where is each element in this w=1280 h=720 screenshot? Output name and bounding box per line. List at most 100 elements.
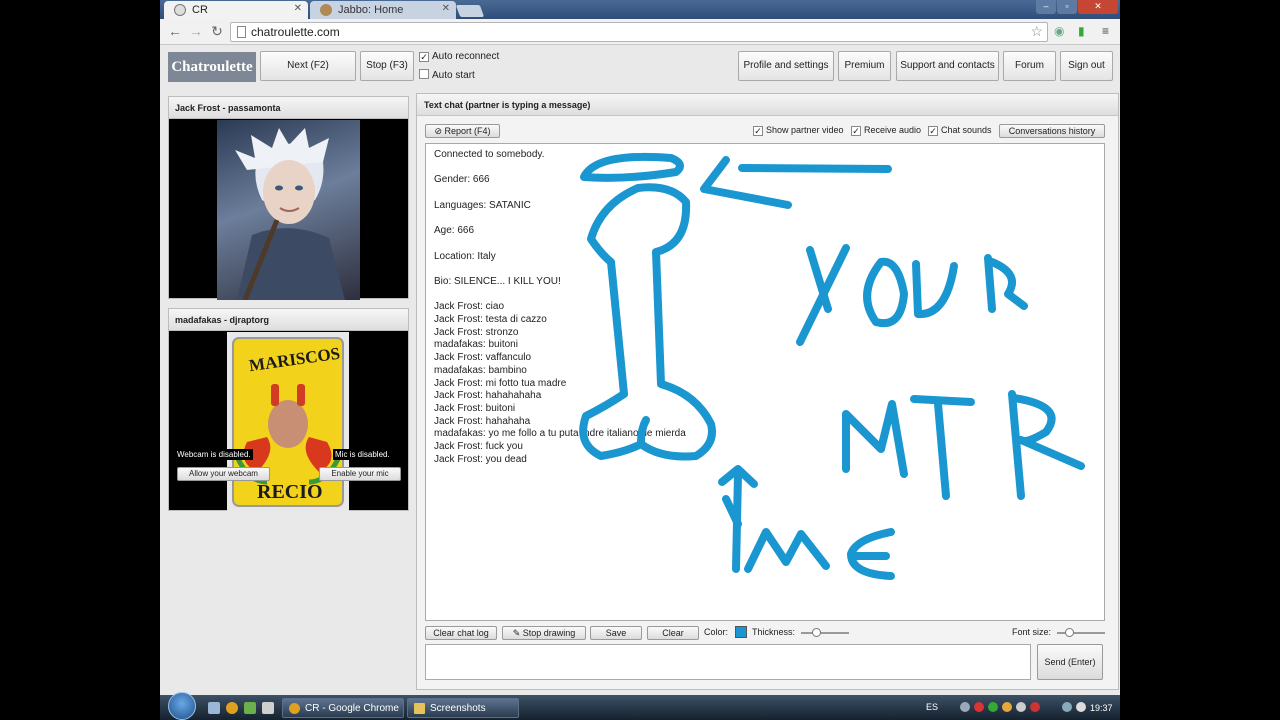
next-button[interactable]: Next (F2) xyxy=(260,51,356,81)
text-chat-panel: Text chat (partner is typing a message) … xyxy=(416,93,1119,690)
color-swatch[interactable] xyxy=(735,626,747,638)
report-label: Report (F4) xyxy=(444,126,491,136)
reload-icon[interactable]: ↻ xyxy=(208,23,226,40)
clear-drawing-button[interactable]: Clear xyxy=(647,626,699,640)
stop-drawing-button[interactable]: ✎ Stop drawing xyxy=(502,626,586,640)
thickness-slider-knob[interactable] xyxy=(812,628,821,637)
minimize-button[interactable]: – xyxy=(1036,0,1056,14)
jabbo-favicon-icon xyxy=(320,4,332,16)
auto-reconnect-checkbox[interactable]: ✓ xyxy=(419,52,429,62)
language-indicator[interactable]: ES xyxy=(926,702,938,712)
tab-close-icon[interactable]: ✕ xyxy=(294,3,302,14)
forward-arrow-icon[interactable]: → xyxy=(187,23,205,39)
taskbar-task-chrome[interactable]: CR - Google Chrome xyxy=(282,698,404,718)
tab-close-icon[interactable]: ✕ xyxy=(442,3,450,14)
font-size-label: Font size: xyxy=(1012,627,1052,637)
receive-audio-label: Receive audio xyxy=(864,125,922,135)
browser-window: CR ✕ Jabbo: Home ✕ – ▫ ✕ ← → ↻ chatroule… xyxy=(160,0,1120,695)
tab-cr[interactable]: CR ✕ xyxy=(164,1,308,19)
signal-bars-icon[interactable]: ▮ xyxy=(1078,24,1085,38)
start-button[interactable] xyxy=(168,692,196,720)
partner-video-image xyxy=(217,120,360,300)
url-text: chatroulette.com xyxy=(251,25,340,39)
forum-button[interactable]: Forum xyxy=(1003,51,1056,81)
show-partner-video-option[interactable]: ✓ Show partner video xyxy=(753,125,844,136)
sign-out-button[interactable]: Sign out xyxy=(1060,51,1113,81)
allow-webcam-button[interactable]: Allow your webcam xyxy=(177,467,270,481)
tray-icon[interactable] xyxy=(1016,702,1026,712)
menu-icon[interactable]: ≡ xyxy=(1102,24,1109,38)
chatroulette-favicon-icon xyxy=(174,4,186,16)
font-size-slider-knob[interactable] xyxy=(1065,628,1074,637)
clock[interactable]: 19:37 xyxy=(1090,703,1113,713)
font-size-slider[interactable] xyxy=(1057,628,1105,637)
drawing-strokes xyxy=(579,152,1085,580)
address-bar[interactable]: chatroulette.com ☆ xyxy=(230,22,1048,42)
bookmark-star-icon[interactable]: ☆ xyxy=(1030,23,1043,40)
drawing-canvas[interactable] xyxy=(426,144,1105,621)
show-desktop-icon[interactable] xyxy=(208,702,220,714)
new-tab-button[interactable] xyxy=(455,5,485,17)
tab-label: Jabbo: Home xyxy=(338,4,404,16)
taskbar-task-screenshots[interactable]: Screenshots xyxy=(407,698,519,718)
tray-icon[interactable] xyxy=(974,702,984,712)
close-window-button[interactable]: ✕ xyxy=(1078,0,1118,14)
svg-text:RECIO: RECIO xyxy=(257,481,323,503)
profile-settings-button[interactable]: Profile and settings xyxy=(738,51,834,81)
extension-icon[interactable]: ◉ xyxy=(1054,24,1064,38)
premium-button[interactable]: Premium xyxy=(838,51,891,81)
page-icon xyxy=(237,26,246,38)
partner-video-panel: Jack Frost - passamonta xyxy=(168,96,409,300)
receive-audio-checkbox[interactable]: ✓ xyxy=(851,126,861,136)
auto-start-checkbox[interactable] xyxy=(419,69,429,79)
folder-icon xyxy=(414,703,425,714)
volume-icon[interactable] xyxy=(1076,702,1086,712)
chrome-quicklaunch-icon[interactable] xyxy=(226,702,238,714)
site-logo[interactable]: Chatroulette xyxy=(168,52,256,82)
receive-audio-option[interactable]: ✓ Receive audio xyxy=(851,125,921,136)
tray-icon[interactable] xyxy=(988,702,998,712)
mic-disabled-note: Mic is disabled. xyxy=(333,449,392,460)
show-partner-video-label: Show partner video xyxy=(766,125,844,135)
auto-reconnect-option[interactable]: ✓ Auto reconnect xyxy=(419,51,499,62)
tray-icon[interactable] xyxy=(1002,702,1012,712)
support-contacts-button[interactable]: Support and contacts xyxy=(896,51,999,81)
tray-icon[interactable] xyxy=(1030,702,1040,712)
color-label: Color: xyxy=(704,627,729,637)
auto-start-label: Auto start xyxy=(432,70,475,81)
stop-button[interactable]: Stop (F3) xyxy=(360,51,414,81)
clear-chat-log-button[interactable]: Clear chat log xyxy=(425,626,497,640)
maximize-button[interactable]: ▫ xyxy=(1057,0,1077,14)
send-button[interactable]: Send (Enter) xyxy=(1037,644,1103,680)
back-arrow-icon[interactable]: ← xyxy=(166,23,184,39)
thickness-label: Thickness: xyxy=(752,627,796,637)
app-quicklaunch-icon[interactable] xyxy=(244,702,256,714)
network-icon[interactable] xyxy=(1062,702,1072,712)
taskbar: CR - Google Chrome Screenshots ES 19:37 xyxy=(160,692,1120,720)
site-header: Chatroulette Next (F2) Stop (F3) ✓ Auto r… xyxy=(160,46,1120,88)
conversations-history-button[interactable]: Conversations history xyxy=(999,124,1105,138)
desktop: CR ✕ Jabbo: Home ✕ – ▫ ✕ ← → ↻ chatroule… xyxy=(0,0,1280,720)
report-button[interactable]: ⊘ Report (F4) xyxy=(425,124,500,138)
tab-label: CR xyxy=(192,4,208,16)
app-quicklaunch-icon[interactable] xyxy=(262,702,274,714)
show-partner-video-checkbox[interactable]: ✓ xyxy=(753,126,763,136)
chat-title: Text chat (partner is typing a message) xyxy=(417,94,1118,116)
tab-strip: CR ✕ Jabbo: Home ✕ – ▫ ✕ xyxy=(160,0,1120,19)
thickness-slider[interactable] xyxy=(801,628,849,637)
save-drawing-button[interactable]: Save xyxy=(590,626,642,640)
task-label: Screenshots xyxy=(430,703,486,714)
tab-jabbo[interactable]: Jabbo: Home ✕ xyxy=(310,1,456,19)
browser-toolbar: ← → ↻ chatroulette.com ☆ ◉ ▮ ≡ xyxy=(160,19,1120,45)
message-input[interactable] xyxy=(425,644,1031,680)
chat-log[interactable]: Connected to somebody. Gender: 666 Langu… xyxy=(425,143,1105,621)
tray-icon[interactable] xyxy=(960,702,970,712)
own-video-image: MARISCOS RECIO xyxy=(227,332,349,512)
auto-start-option[interactable]: Auto start xyxy=(419,69,475,81)
own-video-panel: madafakas - djraptorg MARISCOS RECIO Web… xyxy=(168,308,409,512)
chat-sounds-label: Chat sounds xyxy=(941,125,992,135)
chat-sounds-checkbox[interactable]: ✓ xyxy=(928,126,938,136)
chat-sounds-option[interactable]: ✓ Chat sounds xyxy=(928,125,992,136)
enable-mic-button[interactable]: Enable your mic xyxy=(319,467,401,481)
chrome-icon xyxy=(289,703,300,714)
